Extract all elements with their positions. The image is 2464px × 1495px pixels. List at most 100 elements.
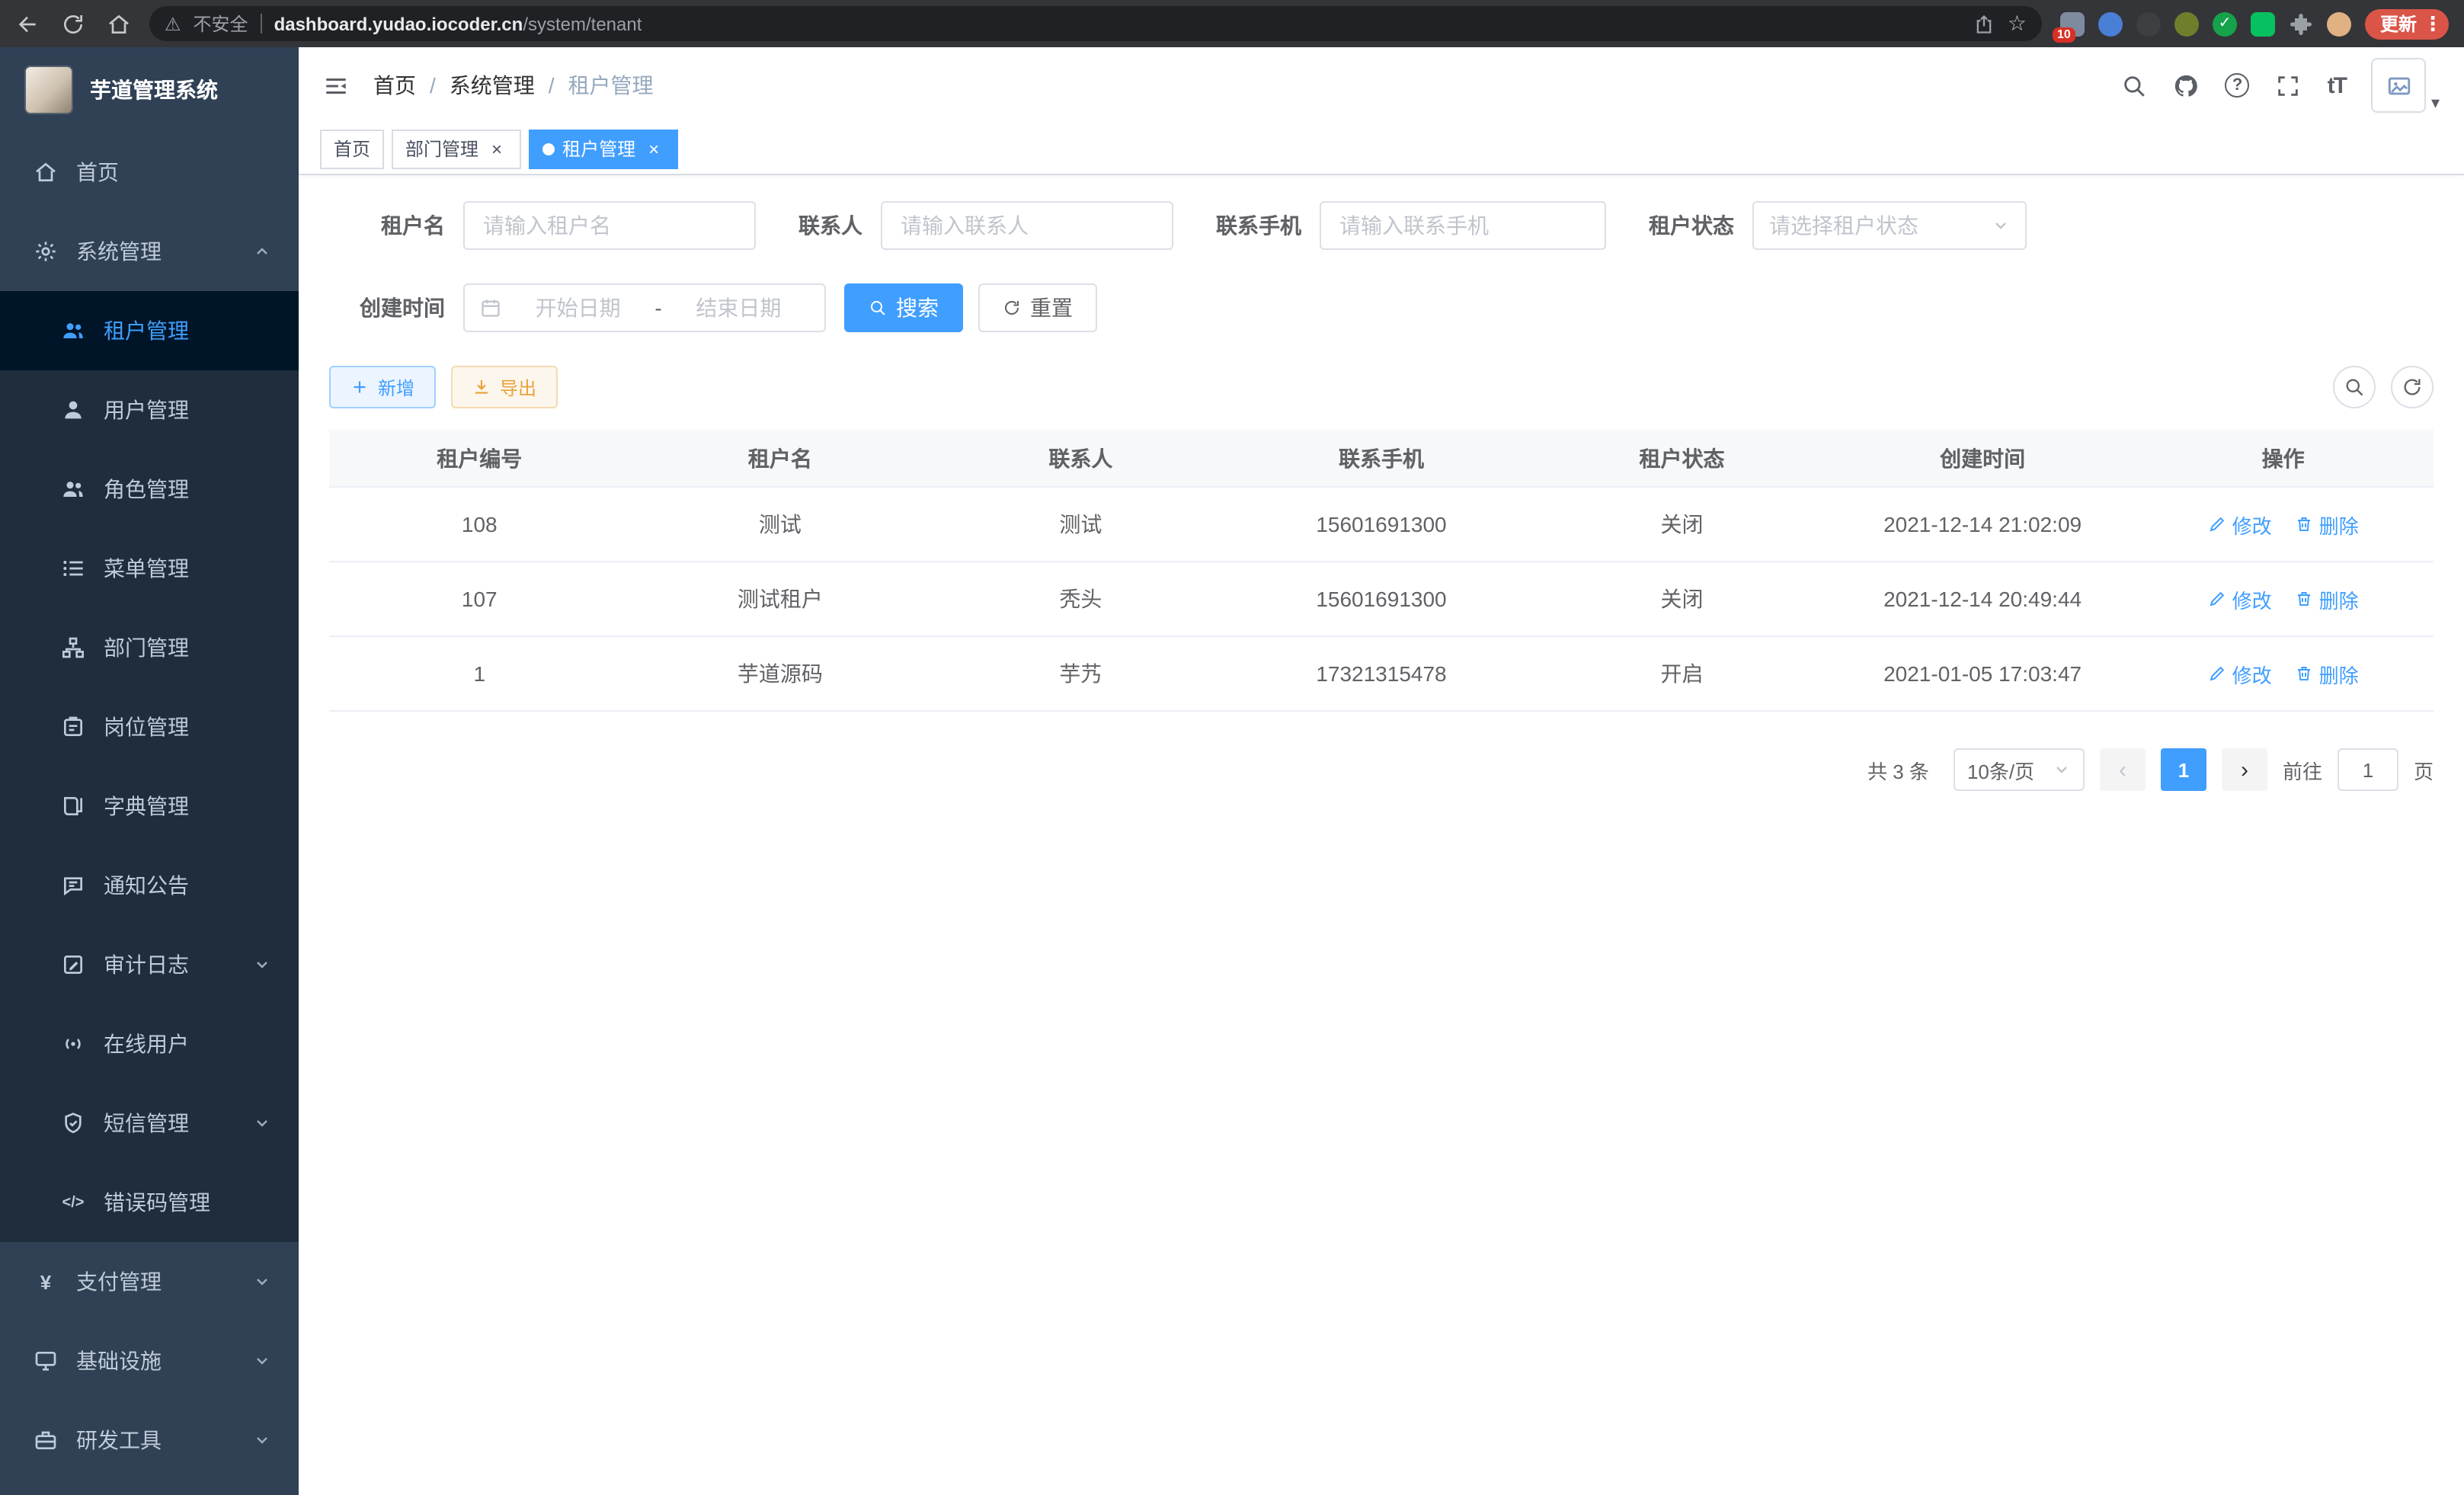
sidebar-item-user[interactable]: 用户管理 — [0, 370, 299, 450]
add-button[interactable]: 新增 — [329, 366, 436, 408]
delete-link[interactable]: 删除 — [2295, 510, 2359, 539]
sidebar-item-sms[interactable]: 短信管理 — [0, 1084, 299, 1163]
toolbox-icon — [34, 1428, 58, 1452]
export-button[interactable]: 导出 — [451, 366, 558, 408]
tab-home[interactable]: 首页 — [320, 129, 384, 168]
tab-tenant[interactable]: 租户管理× — [529, 129, 678, 168]
sidebar-item-audit-log[interactable]: 审计日志 — [0, 925, 299, 1004]
calendar-icon — [480, 297, 501, 319]
create-time-label: 创建时间 — [329, 293, 445, 323]
sidebar-logo[interactable]: 芋道管理系统 — [0, 47, 299, 133]
sidebar-item-dict[interactable]: 字典管理 — [0, 767, 299, 846]
bookmark-star-icon[interactable]: ☆ — [2008, 11, 2027, 37]
table-header: 租户编号 租户名 联系人 联系手机 租户状态 创建时间 操作 — [329, 430, 2434, 488]
mobile-label: 联系手机 — [1216, 210, 1301, 241]
sidebar-item-online-user[interactable]: 在线用户 — [0, 1004, 299, 1084]
reload-icon[interactable] — [61, 11, 85, 36]
edit-link[interactable]: 修改 — [2208, 584, 2272, 613]
sidebar-item-notice[interactable]: 通知公告 — [0, 846, 299, 925]
status-select[interactable]: 请选择租户状态 — [1752, 201, 2027, 250]
sidebar-item-system[interactable]: 系统管理 — [0, 212, 299, 291]
sidebar-item-home[interactable]: 首页 — [0, 133, 299, 212]
extension-icon-2[interactable] — [2098, 11, 2123, 36]
edit-link[interactable]: 修改 — [2208, 659, 2272, 688]
fullscreen-icon[interactable] — [2276, 72, 2302, 98]
refresh-icon — [1003, 299, 1021, 317]
cell-status: 开启 — [1531, 658, 1832, 689]
download-icon — [472, 378, 491, 396]
sidebar-item-infra[interactable]: 基础设施 — [0, 1321, 299, 1401]
breadcrumb-current: 租户管理 — [568, 70, 654, 101]
delete-link[interactable]: 删除 — [2295, 584, 2359, 613]
chevron-up-icon — [253, 242, 271, 261]
breadcrumb: 首页 / 系统管理 / 租户管理 — [373, 70, 654, 101]
cell-created: 2021-12-14 21:02:09 — [1832, 512, 2133, 536]
font-size-icon[interactable]: tT — [2328, 72, 2346, 98]
prev-page-button[interactable]: ‹ — [2100, 748, 2146, 791]
help-icon[interactable]: ? — [2226, 73, 2250, 98]
mobile-input[interactable] — [1320, 201, 1606, 250]
breadcrumb-home[interactable]: 首页 — [373, 70, 416, 101]
sidebar-item-role[interactable]: 角色管理 — [0, 450, 299, 529]
goto-page-input[interactable] — [2338, 748, 2398, 791]
tags-view-bar: 首页 部门管理× 租户管理× — [299, 123, 2464, 175]
github-icon[interactable] — [2174, 72, 2200, 98]
extension-icon-5[interactable]: ✓ — [2213, 11, 2237, 36]
close-icon[interactable]: × — [643, 138, 664, 159]
gear-icon — [34, 239, 58, 264]
sidebar-item-dept[interactable]: 部门管理 — [0, 608, 299, 687]
cell-phone: 15601691300 — [1231, 587, 1532, 611]
menu-kebab-icon[interactable]: ⋮ — [2423, 11, 2443, 36]
extension-icon-3[interactable] — [2136, 11, 2161, 36]
table-row: 1 芋道源码 芋艿 17321315478 开启 2021-01-05 17:0… — [329, 637, 2434, 712]
extension-icon-6[interactable] — [2251, 11, 2275, 36]
share-icon[interactable] — [1974, 13, 1995, 34]
url-bar[interactable]: ⚠ 不安全 dashboard.yudao.iocoder.cn/system/… — [149, 6, 2042, 41]
cell-tenant-name: 芋道源码 — [630, 658, 931, 689]
reset-button[interactable]: 重置 — [978, 283, 1097, 332]
contact-input[interactable] — [881, 201, 1173, 250]
user-menu[interactable]: ▾ — [2372, 58, 2440, 113]
monitor-icon — [34, 1349, 58, 1373]
refresh-icon — [2402, 376, 2423, 398]
sidebar-item-post[interactable]: 岗位管理 — [0, 687, 299, 767]
extensions-puzzle-icon[interactable] — [2289, 11, 2313, 36]
collapse-sidebar-icon[interactable] — [323, 72, 349, 98]
toggle-search-button[interactable] — [2333, 366, 2376, 408]
sidebar-item-payment[interactable]: ¥ 支付管理 — [0, 1242, 299, 1321]
tab-dept[interactable]: 部门管理× — [392, 129, 521, 168]
code-icon: </> — [61, 1194, 85, 1211]
filter-row-2: 创建时间 开始日期 - 结束日期 搜索 重置 — [329, 283, 2434, 332]
cell-tenant-name: 测试 — [630, 509, 931, 539]
trash-icon — [2295, 515, 2313, 533]
extension-icon-1[interactable]: 10 — [2060, 11, 2085, 36]
chevron-down-icon — [1992, 216, 2010, 235]
sidebar-item-tenant[interactable]: 租户管理 — [0, 291, 299, 370]
delete-link[interactable]: 删除 — [2295, 659, 2359, 688]
search-button[interactable]: 搜索 — [844, 283, 963, 332]
chevron-down-icon — [253, 1352, 271, 1370]
refresh-button[interactable] — [2391, 366, 2434, 408]
status-label: 租户状态 — [1649, 210, 1734, 241]
sidebar-item-error-code[interactable]: </> 错误码管理 — [0, 1163, 299, 1242]
date-range-picker[interactable]: 开始日期 - 结束日期 — [463, 283, 826, 332]
page-button-1[interactable]: 1 — [2161, 748, 2206, 791]
sidebar-item-devtools[interactable]: 研发工具 — [0, 1401, 299, 1480]
back-icon[interactable] — [15, 11, 40, 36]
close-icon[interactable]: × — [486, 138, 507, 159]
breadcrumb-system[interactable]: 系统管理 — [450, 70, 535, 101]
tenant-name-input[interactable] — [463, 201, 756, 250]
page-size-select[interactable]: 10条/页 — [1954, 748, 2085, 791]
table-row: 108 测试 测试 15601691300 关闭 2021-12-14 21:0… — [329, 488, 2434, 562]
contact-label: 联系人 — [798, 210, 862, 241]
profile-avatar[interactable] — [2327, 11, 2351, 36]
search-icon[interactable] — [2122, 72, 2148, 98]
security-label[interactable]: 不安全 — [194, 11, 248, 37]
update-button[interactable]: 更新⋮ — [2365, 8, 2449, 39]
sidebar-item-menu[interactable]: 菜单管理 — [0, 529, 299, 608]
home-icon[interactable] — [107, 11, 131, 36]
yen-icon: ¥ — [34, 1270, 58, 1293]
edit-link[interactable]: 修改 — [2208, 510, 2272, 539]
extension-icon-4[interactable] — [2174, 11, 2199, 36]
next-page-button[interactable]: › — [2222, 748, 2267, 791]
